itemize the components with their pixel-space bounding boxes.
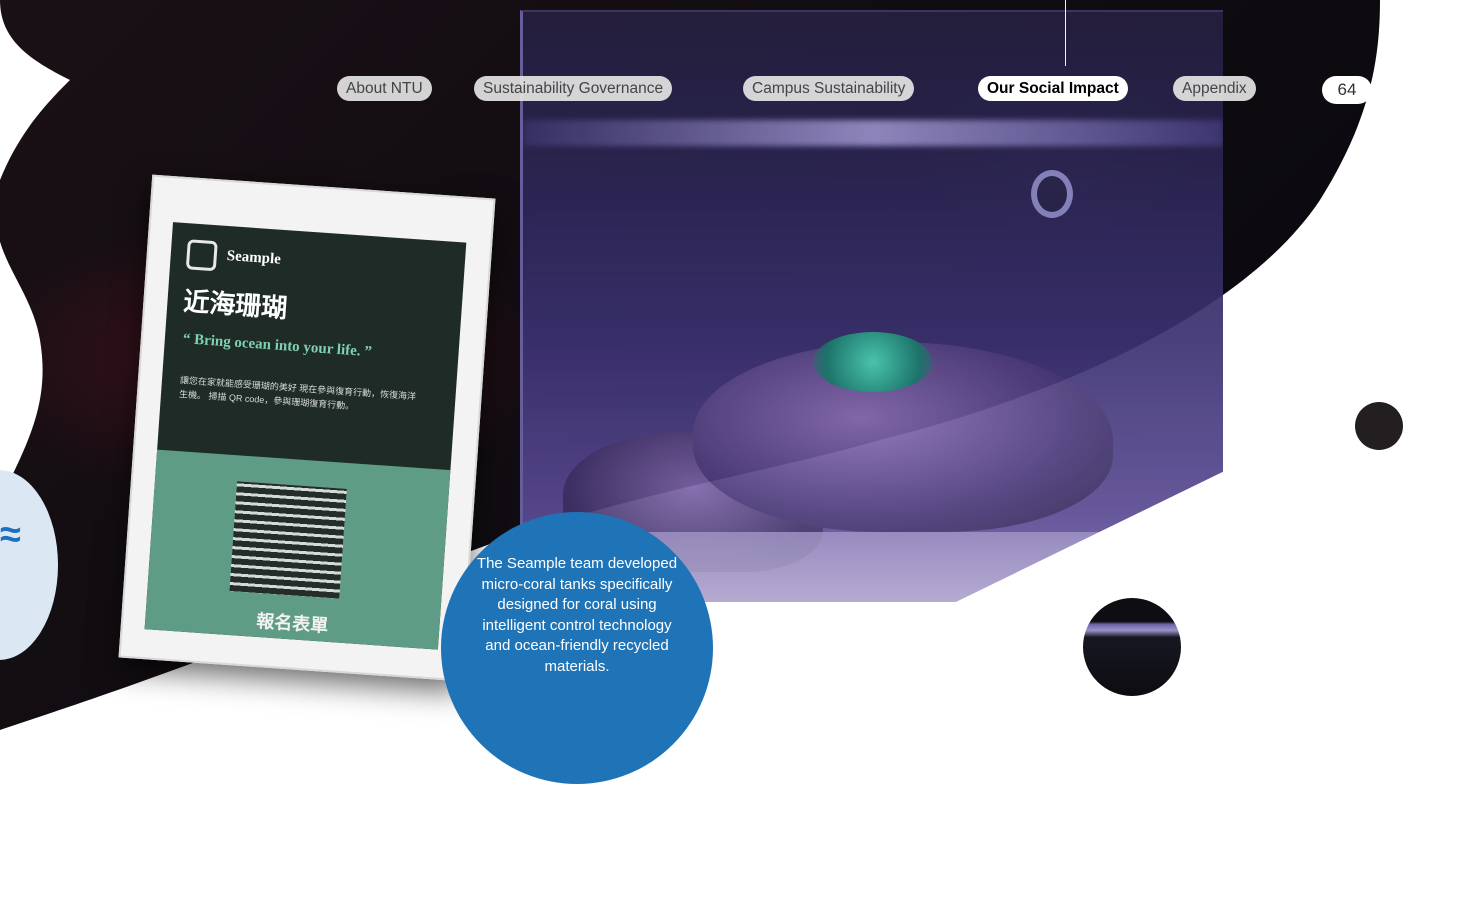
sign-green-section: 報名表單 xyxy=(144,449,451,650)
qr-code-icon xyxy=(229,481,347,599)
water-surface xyxy=(523,120,1223,146)
tab-campus-sustainability[interactable]: Campus Sustainability xyxy=(743,76,915,101)
sign-quote: “ Bring ocean into your life. ” xyxy=(182,331,373,361)
sign-panel: Seample 近海珊瑚 “ Bring ocean into your lif… xyxy=(144,222,467,650)
sign-signup-text: 報名表單 xyxy=(255,610,329,637)
caption-text: The Seample team developed micro-coral t… xyxy=(476,555,678,675)
decor-photo-dot xyxy=(1083,598,1181,696)
caption-bubble: The Seample team developed micro-coral t… xyxy=(441,512,713,784)
sign-body-text: 讓您在家就能感受珊瑚的美好 現在參與復育行動，恢復海洋生機。 掃描 QR cod… xyxy=(178,375,417,412)
green-coral xyxy=(813,332,933,392)
header-divider xyxy=(1065,0,1066,66)
tab-about-ntu[interactable]: About NTU xyxy=(337,76,432,101)
seample-sign: Seample 近海珊瑚 “ Bring ocean into your lif… xyxy=(118,174,496,682)
sign-brand: Seample xyxy=(226,248,282,268)
wave-icon: ≈ xyxy=(0,514,21,556)
tab-sustainability-governance[interactable]: Sustainability Governance xyxy=(474,76,673,101)
page-number: 64 xyxy=(1322,76,1372,104)
sign-chinese-title: 近海珊瑚 xyxy=(182,287,289,325)
section-nav: About NTU Sustainability Governance Camp… xyxy=(0,76,1460,102)
decor-dark-dot xyxy=(1355,402,1403,450)
seample-logo-icon xyxy=(185,239,218,272)
tab-our-social-impact[interactable]: Our Social Impact xyxy=(978,76,1128,101)
tab-appendix[interactable]: Appendix xyxy=(1173,76,1256,101)
tank-tube xyxy=(1031,170,1073,218)
